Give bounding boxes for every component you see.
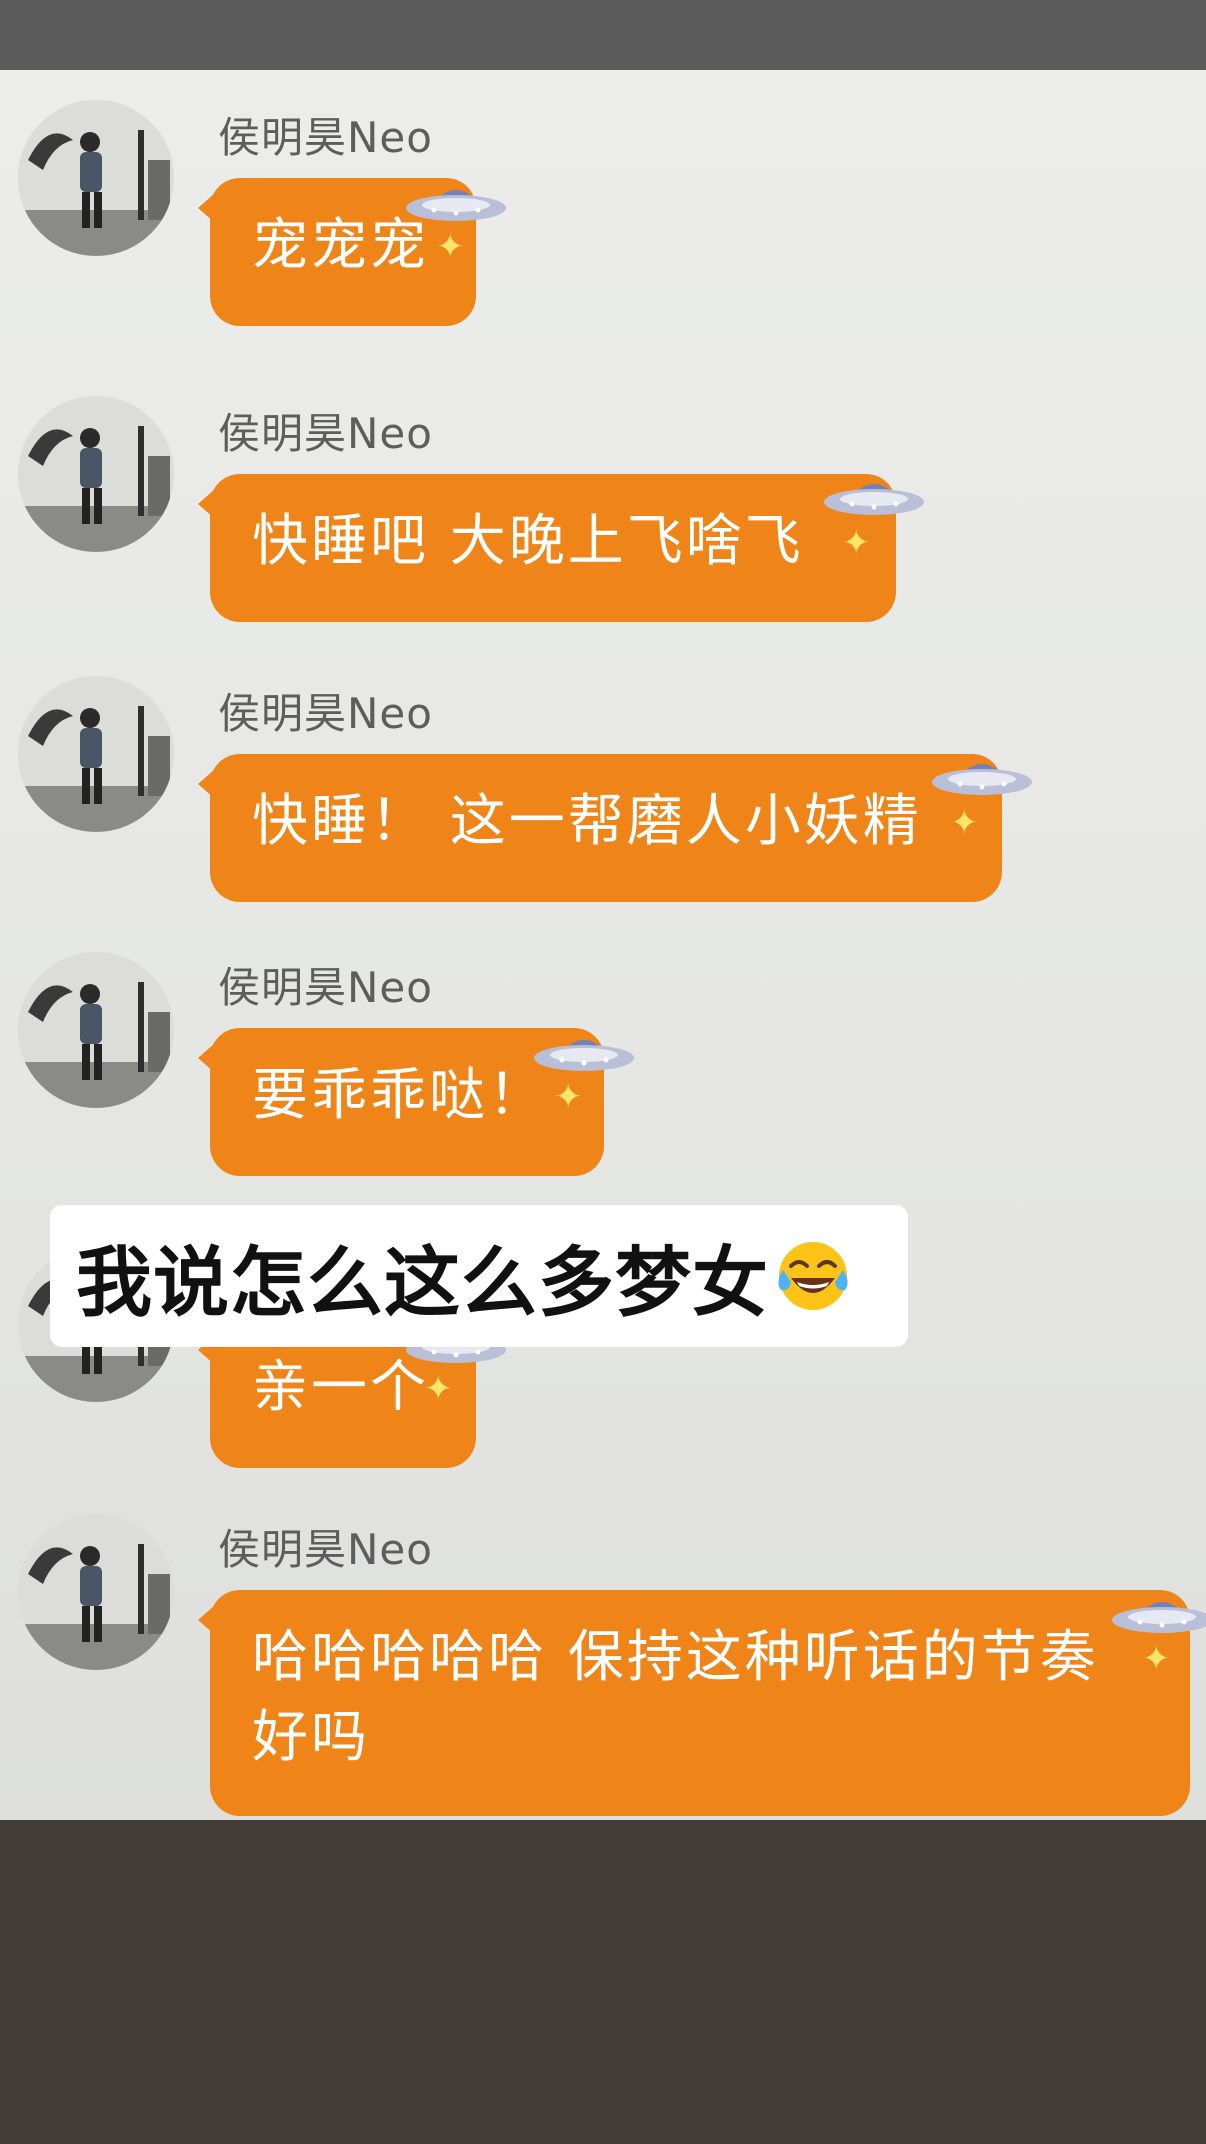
overlay-caption: 我说怎么这么多梦女 <box>50 1205 908 1347</box>
bottom-area <box>0 1820 1206 2144</box>
sender-name: 侯明昊Neo <box>218 113 433 162</box>
top-bar <box>0 0 1206 70</box>
message-bubble[interactable]: 哈哈哈哈哈 保持这种听话的节奏好吗 ✦ <box>198 1590 1190 1816</box>
message-text: 亲一个 <box>252 1355 429 1420</box>
ufo-icon <box>404 170 508 234</box>
sender-avatar[interactable] <box>18 952 174 1108</box>
message-text: 快睡！ 这一帮磨人小妖精 <box>252 789 922 854</box>
sender-avatar[interactable] <box>18 676 174 832</box>
sender-name: 侯明昊Neo <box>218 409 433 458</box>
sparkle-icon: ✦ <box>842 523 874 563</box>
message-bubble[interactable]: 快睡！ 这一帮磨人小妖精 ✦ <box>198 754 1002 902</box>
sender-name: 侯明昊Neo <box>218 1525 433 1574</box>
avatar-photo <box>18 676 174 832</box>
avatar-photo <box>18 396 174 552</box>
sparkle-icon: ✦ <box>424 1369 456 1409</box>
sender-name: 侯明昊Neo <box>218 963 433 1012</box>
chat-area[interactable]: 侯明昊Neo 宠宠宠 ✦ 侯明昊Neo 快睡吧 大晚上飞啥飞 ✦ 侯明昊Neo … <box>0 70 1206 1820</box>
sender-avatar[interactable] <box>18 396 174 552</box>
ufo-icon <box>1110 1582 1206 1646</box>
sparkle-icon: ✦ <box>554 1077 586 1117</box>
sparkle-icon: ✦ <box>1142 1639 1174 1679</box>
sparkle-icon: ✦ <box>436 227 468 267</box>
avatar-photo <box>18 1514 174 1670</box>
sender-avatar[interactable] <box>18 100 174 256</box>
message-text: 快睡吧 大晚上飞啥飞 <box>252 509 804 574</box>
message-text: 要乖乖哒！ <box>252 1063 547 1128</box>
message-text: 宠宠宠 <box>252 213 429 278</box>
sender-avatar[interactable] <box>18 1514 174 1670</box>
caption-text: 我说怎么这么多梦女 <box>76 1238 769 1327</box>
ufo-icon <box>822 464 926 528</box>
face-with-tears-of-joy-icon <box>773 1236 853 1316</box>
ufo-icon <box>930 744 1034 808</box>
ufo-icon <box>532 1020 636 1084</box>
message-text: 哈哈哈哈哈 保持这种听话的节奏好吗 <box>252 1625 1099 1770</box>
avatar-photo <box>18 100 174 256</box>
avatar-photo <box>18 952 174 1108</box>
sender-name: 侯明昊Neo <box>218 689 433 738</box>
sparkle-icon: ✦ <box>950 803 982 843</box>
message-bubble[interactable]: 快睡吧 大晚上飞啥飞 ✦ <box>198 474 896 622</box>
